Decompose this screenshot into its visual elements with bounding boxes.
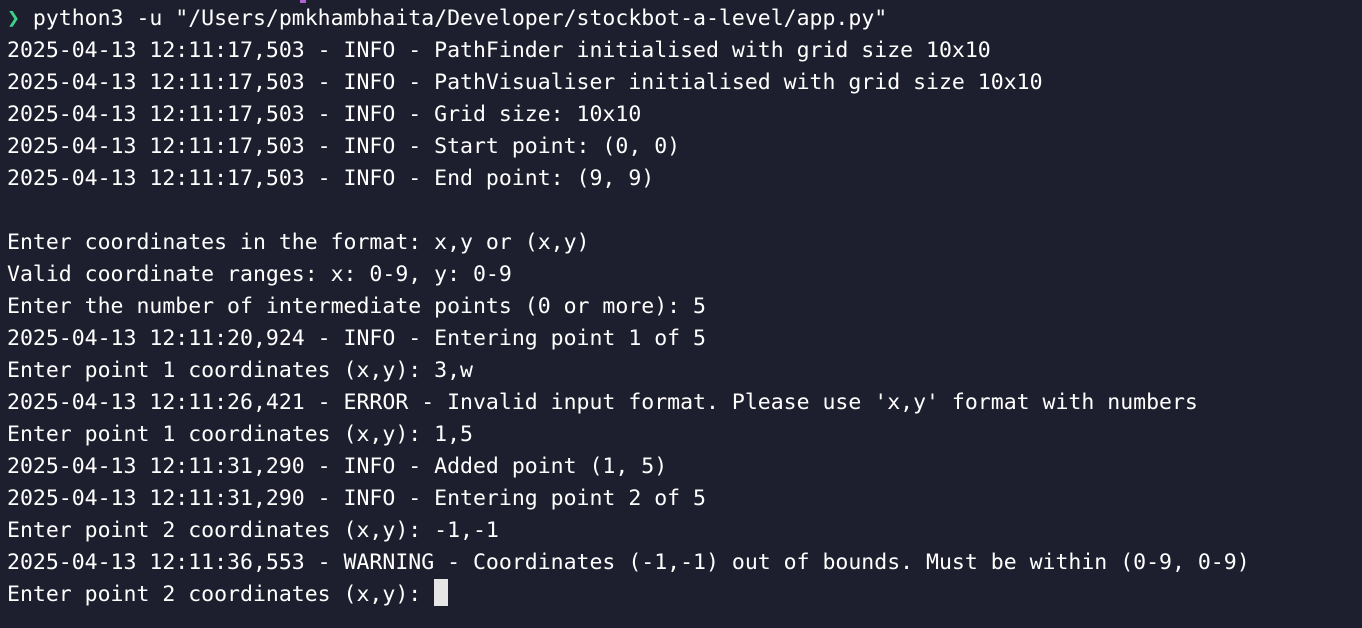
output-line: 2025-04-13 12:11:17,503 - INFO - Grid si… <box>7 102 642 127</box>
output-line: 2025-04-13 12:11:31,290 - INFO - Added p… <box>7 454 668 479</box>
output-line-error: 2025-04-13 12:11:26,421 - ERROR - Invali… <box>7 390 1198 415</box>
command-line: ❯ python3 -u "/Users/pmkhambhaita/Develo… <box>7 3 1362 35</box>
input-line[interactable]: Enter point 2 coordinates (x,y): <box>7 579 1362 611</box>
prompt-arrow-icon: ❯ <box>7 6 20 31</box>
output-line: 2025-04-13 12:11:17,503 - INFO - Start p… <box>7 134 681 159</box>
output-line: 2025-04-13 12:11:17,503 - INFO - PathFin… <box>7 38 991 63</box>
output-line: Enter point 2 coordinates (x,y): -1,-1 <box>7 518 499 543</box>
output-line: 2025-04-13 12:11:17,503 - INFO - End poi… <box>7 166 655 191</box>
output-line: 2025-04-13 12:11:17,503 - INFO - PathVis… <box>7 70 1043 95</box>
input-prompt-text: Enter point 2 coordinates (x,y): <box>7 582 435 607</box>
text-cursor <box>434 579 449 606</box>
terminal-window[interactable]: ❯ python3 -u "/Users/pmkhambhaita/Develo… <box>0 0 1362 628</box>
output-line: Valid coordinate ranges: x: 0-9, y: 0-9 <box>7 262 512 287</box>
output-line: Enter coordinates in the format: x,y or … <box>7 230 590 255</box>
output-line: Enter the number of intermediate points … <box>7 294 706 319</box>
output-line: 2025-04-13 12:11:20,924 - INFO - Enterin… <box>7 326 706 351</box>
output-line-warning: 2025-04-13 12:11:36,553 - WARNING - Coor… <box>7 550 1250 575</box>
output-line: 2025-04-13 12:11:31,290 - INFO - Enterin… <box>7 486 706 511</box>
output-line: Enter point 1 coordinates (x,y): 1,5 <box>7 422 473 447</box>
clipped-previous-line-fragment <box>300 0 306 3</box>
command-text: python3 -u "/Users/pmkhambhaita/Develope… <box>19 6 888 31</box>
output-line: Enter point 1 coordinates (x,y): 3,w <box>7 358 473 383</box>
